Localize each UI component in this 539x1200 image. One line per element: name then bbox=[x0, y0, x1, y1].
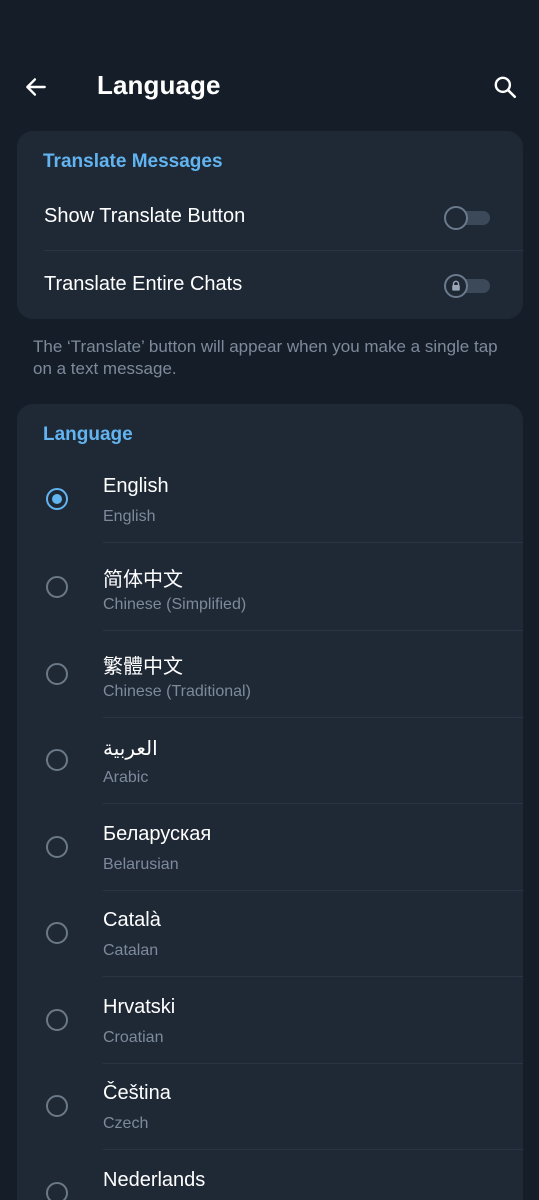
radio-button[interactable] bbox=[46, 1009, 68, 1031]
language-english-name: Croatian bbox=[103, 1029, 164, 1046]
switch-knob bbox=[444, 206, 468, 230]
language-item-chinese-simplified[interactable]: 简体中文 Chinese (Simplified) bbox=[17, 544, 523, 631]
lock-icon bbox=[452, 280, 460, 291]
translate-section-title: Translate Messages bbox=[43, 151, 223, 172]
radio-button[interactable] bbox=[46, 836, 68, 858]
page-title: Language bbox=[97, 70, 221, 100]
radio-button[interactable] bbox=[46, 1095, 68, 1117]
language-item-belarusian[interactable]: Беларуская Belarusian bbox=[17, 804, 523, 891]
language-settings-screen: Language Translate Messages Show Transla… bbox=[0, 0, 539, 1200]
language-item-chinese-traditional[interactable]: 繁體中文 Chinese (Traditional) bbox=[17, 631, 523, 718]
language-item-czech[interactable]: Čeština Czech bbox=[17, 1063, 523, 1150]
language-native-name: 繁體中文 bbox=[103, 656, 183, 678]
language-section-title: Language bbox=[43, 424, 133, 445]
show-translate-button-switch[interactable] bbox=[444, 206, 490, 230]
language-english-name: Chinese (Traditional) bbox=[103, 683, 251, 700]
language-list-card: Language English English 简体中文 Chinese (S… bbox=[17, 404, 523, 1200]
radio-button[interactable] bbox=[46, 749, 68, 771]
language-native-name: 简体中文 bbox=[103, 569, 183, 591]
arrow-left-icon bbox=[26, 78, 46, 96]
show-translate-button-row[interactable]: Show Translate Button bbox=[17, 184, 523, 251]
row-divider bbox=[44, 250, 523, 251]
switch-knob bbox=[444, 274, 468, 298]
language-item-dutch[interactable]: Nederlands bbox=[17, 1150, 523, 1200]
language-native-name: Čeština bbox=[103, 1082, 171, 1104]
radio-button[interactable] bbox=[46, 576, 68, 598]
language-item-catalan[interactable]: Català Catalan bbox=[17, 890, 523, 977]
language-item-croatian[interactable]: Hrvatski Croatian bbox=[17, 977, 523, 1064]
translate-entire-chats-switch[interactable] bbox=[444, 274, 490, 298]
language-item-english[interactable]: English English bbox=[17, 456, 523, 543]
search-icon bbox=[494, 76, 517, 99]
radio-button[interactable] bbox=[46, 922, 68, 944]
app-header: Language bbox=[0, 55, 539, 119]
radio-button[interactable] bbox=[46, 663, 68, 685]
language-english-name: Belarusian bbox=[103, 856, 179, 873]
language-native-name: Català bbox=[103, 909, 161, 931]
back-button[interactable] bbox=[14, 67, 58, 107]
language-english-name: Czech bbox=[103, 1115, 149, 1132]
toggle-label: Show Translate Button bbox=[44, 205, 246, 227]
language-english-name: Catalan bbox=[103, 942, 159, 959]
language-native-name: Nederlands bbox=[103, 1169, 206, 1191]
translate-entire-chats-row[interactable]: Translate Entire Chats bbox=[17, 252, 523, 319]
language-item-arabic[interactable]: العربية Arabic bbox=[17, 717, 523, 804]
language-native-name: العربية bbox=[103, 738, 158, 760]
translate-footnote: The ‘Translate’ button will appear when … bbox=[33, 337, 498, 378]
language-native-name: Беларуская bbox=[103, 823, 212, 845]
language-native-name: Hrvatski bbox=[103, 996, 176, 1018]
language-english-name: English bbox=[103, 508, 156, 525]
language-english-name: Chinese (Simplified) bbox=[103, 596, 247, 613]
toggle-label: Translate Entire Chats bbox=[44, 273, 243, 295]
translate-messages-card: Translate Messages Show Translate Button… bbox=[17, 131, 523, 319]
radio-button[interactable] bbox=[46, 488, 68, 510]
language-english-name: Arabic bbox=[103, 769, 149, 786]
search-button[interactable] bbox=[483, 67, 527, 107]
language-native-name: English bbox=[103, 475, 169, 497]
radio-button[interactable] bbox=[46, 1182, 68, 1200]
row-divider bbox=[103, 542, 523, 543]
